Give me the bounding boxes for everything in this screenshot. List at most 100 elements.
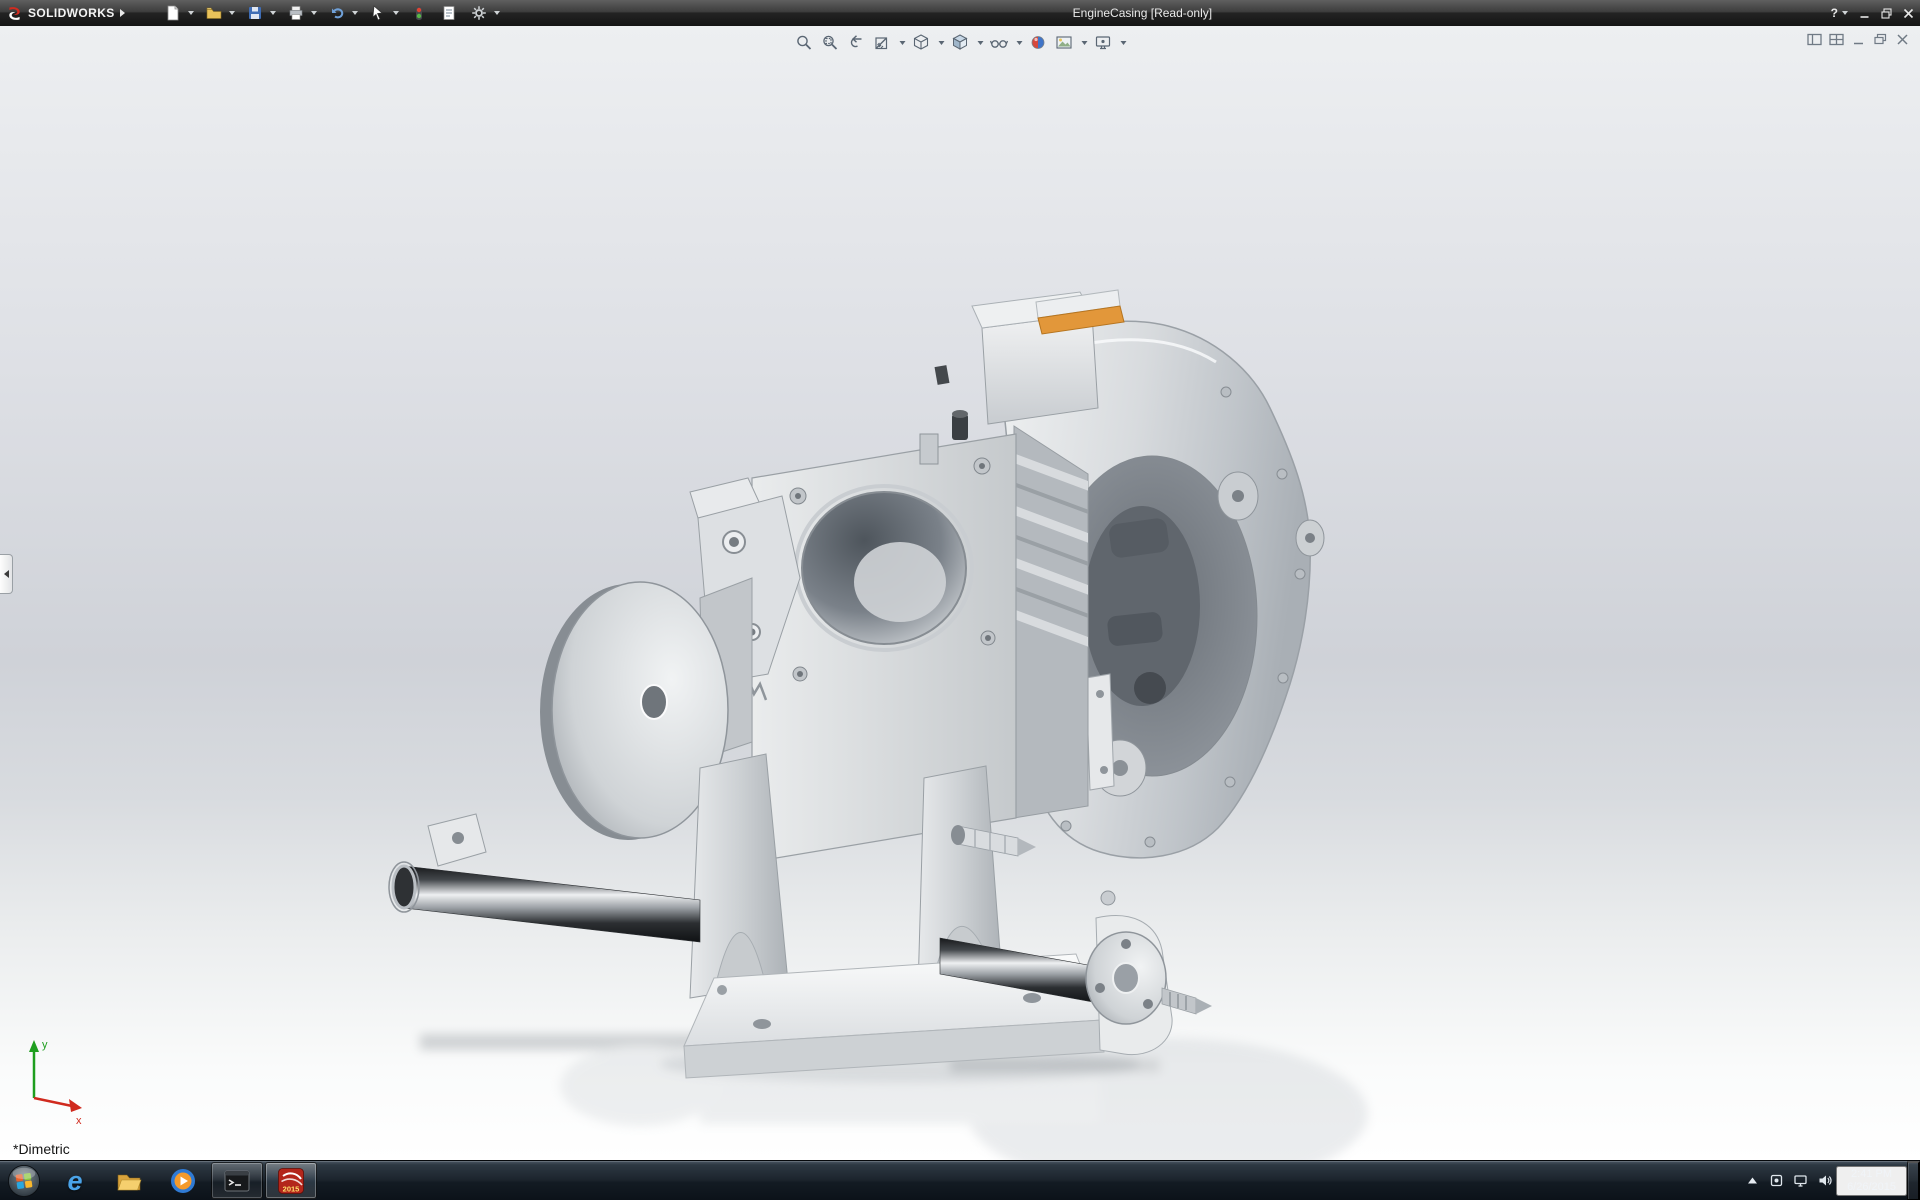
hide-show-items-dropdown[interactable]	[1013, 39, 1025, 47]
start-button[interactable]	[0, 1161, 48, 1200]
select-dropdown[interactable]	[390, 9, 401, 17]
tray-app-button[interactable]	[1764, 1161, 1788, 1200]
engine-casing-model[interactable]	[0, 26, 1920, 1160]
dropdown-arrow-icon	[352, 11, 358, 15]
section-view-button[interactable]	[870, 31, 895, 54]
open-dropdown[interactable]	[226, 9, 237, 17]
taskbar-internet-explorer[interactable]: e	[49, 1162, 101, 1199]
solidworks-app-icon: 2015	[277, 1167, 305, 1195]
file-properties-icon	[441, 5, 457, 21]
previous-view-button[interactable]	[844, 31, 869, 54]
previous-view-icon	[847, 33, 866, 52]
open-button[interactable]	[202, 2, 226, 24]
dropdown-arrow-icon	[1017, 41, 1023, 45]
view-settings-button[interactable]	[1091, 31, 1116, 54]
minimize-button[interactable]	[1859, 8, 1870, 19]
print-dropdown[interactable]	[308, 9, 319, 17]
viewport-layout-button[interactable]	[1829, 33, 1844, 46]
display-style-dropdown[interactable]	[974, 39, 986, 47]
apply-scene-icon	[1055, 33, 1074, 52]
solidworks-brand-text: SOLIDWORKS	[28, 6, 115, 20]
taskbar-command-prompt[interactable]	[211, 1162, 263, 1199]
select-button[interactable]	[366, 2, 390, 24]
doc-close-button[interactable]	[1895, 33, 1910, 46]
show-desktop-button[interactable]	[1907, 1161, 1920, 1200]
options-dropdown[interactable]	[491, 9, 502, 17]
taskbar-clock[interactable]: 2:41 PM 6/26/2015	[1836, 1166, 1907, 1196]
print-button[interactable]	[284, 2, 308, 24]
undo-icon	[329, 5, 345, 21]
taskbar-windows-explorer[interactable]	[103, 1162, 155, 1199]
clock-date: 6/26/2015	[1847, 1181, 1896, 1194]
graphics-area[interactable]: y x *Dimetric	[0, 26, 1920, 1160]
hide-show-items-button[interactable]	[987, 31, 1012, 54]
display-style-icon	[951, 33, 970, 52]
x-axis-arrowhead	[69, 1099, 82, 1112]
rebuild-button[interactable]	[407, 2, 431, 24]
y-axis-arrowhead	[29, 1040, 39, 1052]
x-axis	[34, 1098, 72, 1106]
options-button[interactable]	[467, 2, 491, 24]
file-properties-button[interactable]	[437, 2, 461, 24]
help-glyph: ?	[1831, 6, 1838, 20]
show-hidden-icons-icon	[1745, 1173, 1760, 1188]
split-view-button[interactable]	[1807, 33, 1822, 46]
solidworks-menu[interactable]: SOLIDWORKS	[0, 0, 135, 26]
taskbar-media-player[interactable]	[157, 1162, 209, 1199]
dropdown-arrow-icon	[939, 41, 945, 45]
view-settings-dropdown[interactable]	[1117, 39, 1129, 47]
view-orientation-cube-icon	[912, 33, 931, 52]
save-button[interactable]	[243, 2, 267, 24]
print-icon	[288, 5, 304, 21]
view-orientation-dropdown[interactable]	[935, 39, 947, 47]
save-dropdown[interactable]	[267, 9, 278, 17]
view-orientation-label: *Dimetric	[13, 1141, 70, 1157]
menu-expand-arrow-icon	[120, 9, 125, 17]
dropdown-arrow-icon	[229, 11, 235, 15]
new-document-dropdown[interactable]	[185, 9, 196, 17]
tray-volume-button[interactable]	[1812, 1161, 1836, 1200]
close-button[interactable]	[1903, 8, 1914, 19]
tray-network-button[interactable]	[1788, 1161, 1812, 1200]
new-document-icon	[165, 5, 181, 21]
dropdown-arrow-icon	[1842, 11, 1848, 15]
help-button[interactable]: ?	[1831, 6, 1848, 20]
dropdown-arrow-icon	[978, 41, 984, 45]
taskbar: e	[0, 1160, 1920, 1200]
new-document-button[interactable]	[161, 2, 185, 24]
undo-dropdown[interactable]	[349, 9, 360, 17]
apply-scene-dropdown[interactable]	[1078, 39, 1090, 47]
restore-button[interactable]	[1881, 8, 1892, 19]
zoom-to-fit-button[interactable]	[792, 31, 817, 54]
apply-scene-button[interactable]	[1052, 31, 1077, 54]
tray-expand-button[interactable]	[1740, 1161, 1764, 1200]
network-icon	[1793, 1173, 1808, 1188]
display-style-button[interactable]	[948, 31, 973, 54]
edit-appearance-button[interactable]	[1026, 31, 1051, 54]
zoom-to-fit-icon	[795, 33, 814, 52]
dropdown-arrow-icon	[1121, 41, 1127, 45]
dropdown-arrow-icon	[270, 11, 276, 15]
view-orientation-button[interactable]	[909, 31, 934, 54]
rebuild-icon	[411, 5, 427, 21]
section-view-dropdown[interactable]	[896, 39, 908, 47]
volume-icon	[1817, 1173, 1832, 1188]
undo-button[interactable]	[325, 2, 349, 24]
dropdown-arrow-icon	[393, 11, 399, 15]
system-tray: 2:41 PM 6/26/2015	[1740, 1161, 1920, 1200]
taskbar-solidworks-2015[interactable]: 2015	[265, 1162, 317, 1199]
document-window-controls	[1807, 33, 1910, 46]
dropdown-arrow-icon	[311, 11, 317, 15]
y-axis-label: y	[42, 1039, 48, 1051]
open-folder-icon	[206, 5, 222, 21]
doc-close-icon	[1895, 33, 1910, 46]
restore-icon	[1881, 8, 1892, 19]
dropdown-arrow-icon	[188, 11, 194, 15]
zoom-to-area-button[interactable]	[818, 31, 843, 54]
doc-minimize-button[interactable]	[1851, 33, 1866, 46]
clock-time: 2:41 PM	[1847, 1168, 1896, 1181]
view-settings-icon	[1094, 33, 1113, 52]
hide-show-glasses-icon	[990, 33, 1009, 52]
x-axis-label: x	[76, 1115, 82, 1127]
doc-restore-button[interactable]	[1873, 33, 1888, 46]
